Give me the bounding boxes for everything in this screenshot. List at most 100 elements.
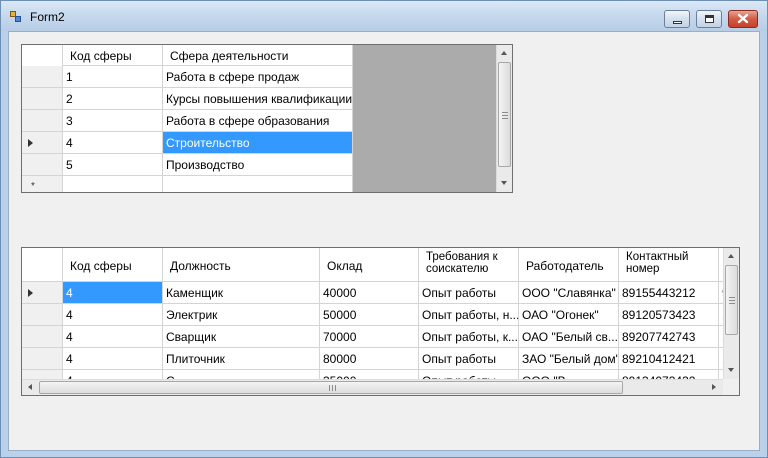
table-cell[interactable]: Опыт работы [419, 348, 519, 370]
table-cell[interactable]: 40000 [320, 282, 419, 304]
grid1-vertical-scrollbar[interactable] [496, 45, 512, 192]
row-header[interactable] [22, 304, 63, 326]
table-cell[interactable]: 4 [63, 304, 163, 326]
new-row-cell[interactable] [63, 176, 163, 192]
grid2-vertical-scrollbar[interactable] [723, 248, 739, 379]
minimize-button[interactable] [664, 10, 690, 28]
grip-icon [329, 385, 330, 391]
grid2-col-position[interactable]: Должность [163, 248, 320, 282]
grip-icon [729, 297, 735, 298]
table-cell[interactable]: Курсы повышения квалификации [163, 88, 353, 110]
grid2-col-requirements[interactable]: Требования к соискателю [419, 248, 519, 282]
arrow-up-icon [728, 254, 734, 258]
row-header[interactable] [22, 66, 63, 88]
current-row-header[interactable] [22, 282, 63, 304]
maximize-icon [705, 15, 714, 23]
table-cell[interactable]: Электрик [163, 304, 320, 326]
new-row-marker: * [31, 181, 35, 192]
scroll-down-button[interactable] [724, 361, 739, 378]
scroll-left-button[interactable] [22, 380, 37, 395]
maximize-button[interactable] [696, 10, 722, 28]
scroll-thumb[interactable] [39, 381, 623, 394]
arrow-right-icon [712, 384, 716, 390]
table-cell[interactable]: 1 [63, 66, 163, 88]
close-icon [737, 13, 749, 24]
scroll-thumb[interactable] [725, 265, 738, 335]
current-row-header[interactable] [22, 132, 63, 154]
table-cell[interactable]: Опыт работы [419, 282, 519, 304]
table-cell[interactable]: Работа в сфере продаж [163, 66, 353, 88]
grid2-corner-header[interactable] [22, 248, 63, 282]
spheres-grid[interactable]: Код сферы Сфера деятельности 1 Работа в … [21, 44, 513, 193]
table-cell[interactable]: 89155443212 [619, 282, 719, 304]
current-row-arrow-icon [28, 139, 33, 147]
minimize-icon [673, 21, 682, 24]
arrow-up-icon [501, 51, 507, 55]
window-title: Form2 [30, 10, 65, 24]
close-button[interactable] [728, 10, 758, 28]
grid2-col-phone[interactable]: Контактный номер [619, 248, 719, 282]
arrow-down-icon [728, 368, 734, 372]
table-cell[interactable]: Сварщик [163, 326, 320, 348]
table-cell[interactable]: Работа в сфере образования [163, 110, 353, 132]
table-cell[interactable]: Производство [163, 154, 353, 176]
grid2-col-code[interactable]: Код сферы [63, 248, 163, 282]
form-client-area: Код сферы Сфера деятельности 1 Работа в … [8, 31, 760, 451]
selected-cell[interactable]: 4 [63, 282, 163, 304]
grip-icon [729, 303, 735, 304]
scroll-right-button[interactable] [706, 380, 721, 395]
title-bar[interactable]: Form2 [1, 1, 767, 31]
row-header[interactable] [22, 110, 63, 132]
table-cell[interactable]: Плиточник [163, 348, 320, 370]
selected-cell[interactable]: Строительство [163, 132, 353, 154]
scroll-down-button[interactable] [497, 174, 512, 191]
arrow-left-icon [28, 384, 32, 390]
table-cell[interactable]: 4 [63, 326, 163, 348]
current-row-arrow-icon [28, 289, 33, 297]
table-cell[interactable]: 5 [63, 154, 163, 176]
table-cell[interactable]: 50000 [320, 304, 419, 326]
scroll-up-button[interactable] [724, 248, 739, 265]
row-header[interactable] [22, 348, 63, 370]
table-cell[interactable]: ООО "Славянка" [519, 282, 619, 304]
grid2-horizontal-scrollbar[interactable] [22, 379, 723, 395]
grid2-col-employer[interactable]: Работодатель [519, 248, 619, 282]
table-cell[interactable]: ОАО "Огонек" [519, 304, 619, 326]
table-cell[interactable]: 2 [63, 88, 163, 110]
vacancies-grid[interactable]: Код сферы Должность Оклад Требования к с… [21, 247, 740, 396]
scrollbar-corner [723, 379, 739, 395]
row-header[interactable] [22, 154, 63, 176]
grip-icon [502, 112, 508, 113]
table-cell[interactable]: 89207742743 [619, 326, 719, 348]
grid1-corner-header[interactable] [22, 45, 63, 67]
grid2-col-salary[interactable]: Оклад [320, 248, 419, 282]
grip-icon [502, 118, 508, 119]
grip-icon [502, 115, 508, 116]
table-cell[interactable]: Каменщик [163, 282, 320, 304]
grid1-col-sphere[interactable]: Сфера деятельности [163, 45, 353, 66]
grip-icon [729, 300, 735, 301]
table-cell[interactable]: 4 [63, 348, 163, 370]
scroll-up-button[interactable] [497, 45, 512, 62]
new-row-header[interactable]: * [22, 176, 63, 192]
arrow-down-icon [501, 181, 507, 185]
new-row-cell[interactable] [163, 176, 353, 192]
grip-icon [335, 385, 336, 391]
table-cell[interactable]: 4 [63, 132, 163, 154]
table-cell[interactable]: 89120573423 [619, 304, 719, 326]
row-header[interactable] [22, 88, 63, 110]
table-cell[interactable]: Опыт работы, н... [419, 304, 519, 326]
form2-window: Form2 Код сферы Сфера деятельности 1 Раб… [0, 0, 768, 458]
table-cell[interactable]: Опыт работы, к... [419, 326, 519, 348]
app-icon [10, 11, 22, 23]
table-cell[interactable]: ЗАО "Белый дом" [519, 348, 619, 370]
grip-icon [332, 385, 333, 391]
table-cell[interactable]: 70000 [320, 326, 419, 348]
table-cell[interactable]: 3 [63, 110, 163, 132]
grid1-col-code[interactable]: Код сферы [63, 45, 163, 66]
table-cell[interactable]: ОАО "Белый св... [519, 326, 619, 348]
scroll-thumb[interactable] [498, 62, 511, 167]
table-cell[interactable]: 80000 [320, 348, 419, 370]
row-header[interactable] [22, 326, 63, 348]
table-cell[interactable]: 89210412421 [619, 348, 719, 370]
